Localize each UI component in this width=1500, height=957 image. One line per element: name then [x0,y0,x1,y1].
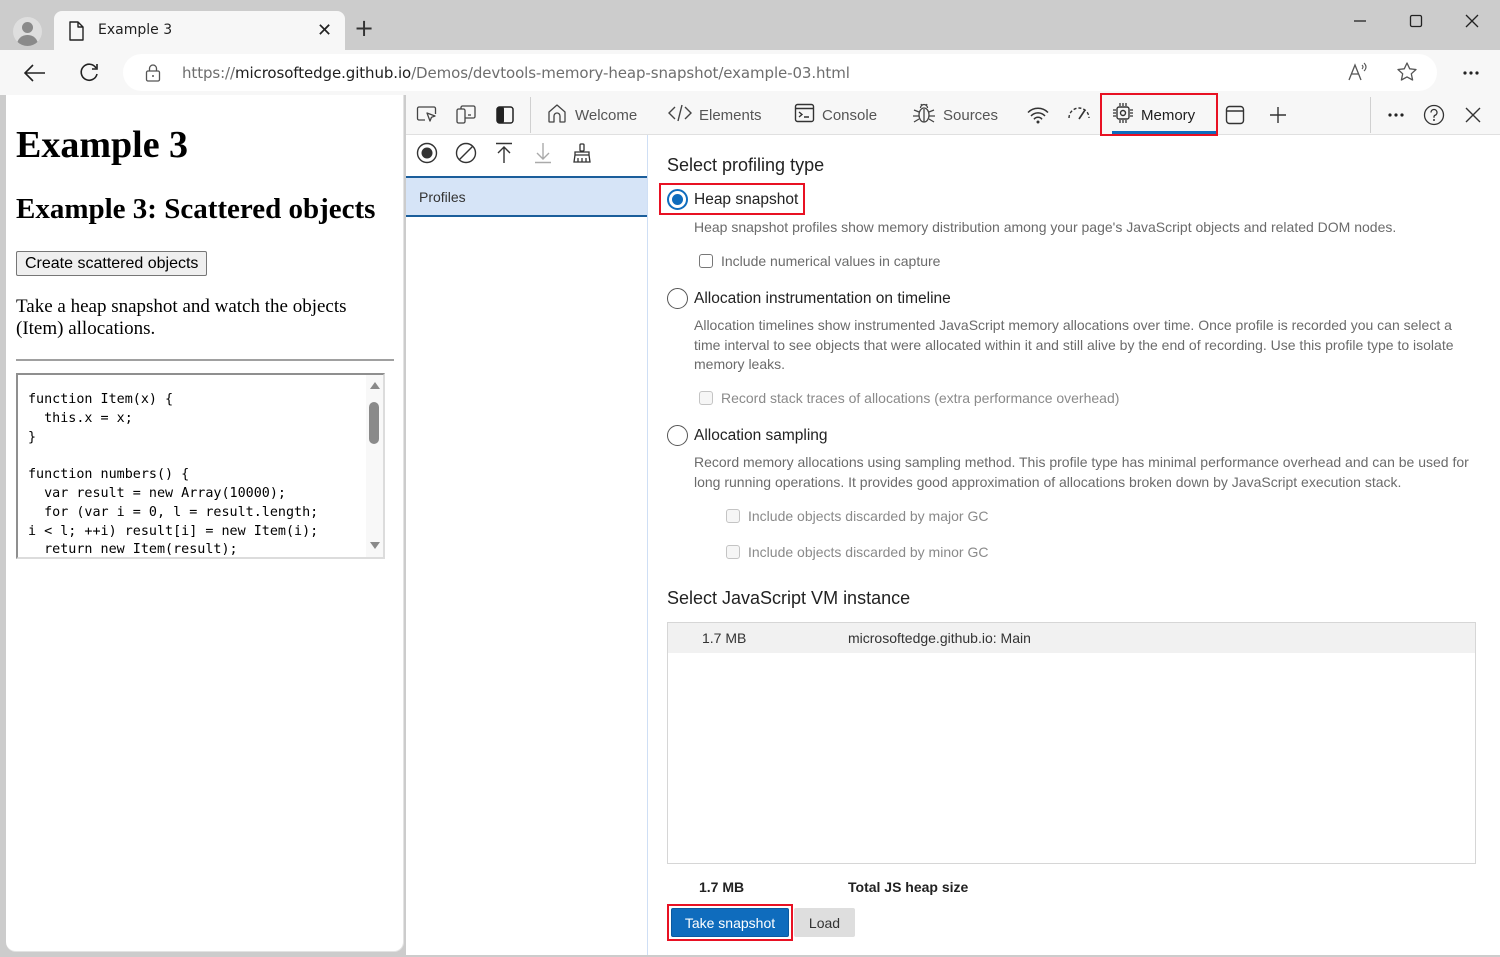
close-tab-icon[interactable]: ✕ [317,20,332,41]
browser-tab[interactable]: Example 3 ✕ [54,11,345,50]
network-wifi-icon[interactable] [1026,104,1050,126]
tab-memory[interactable]: Memory [1112,95,1218,135]
url-text[interactable]: https://microsoftedge.github.io/Demos/de… [182,64,850,82]
new-tab-icon[interactable]: + [354,16,374,40]
close-window-icon[interactable] [1452,8,1492,34]
tab-elements[interactable]: Elements [668,95,762,135]
checkbox-major-gc[interactable]: Include objects discarded by major GC [726,508,988,524]
load-icon[interactable] [492,142,516,164]
sidebar-item-profiles[interactable]: Profiles [406,176,647,217]
tab-console[interactable]: Console [794,95,877,135]
record-icon[interactable] [415,142,439,164]
tab-welcome[interactable]: Welcome [546,95,637,135]
close-devtools-icon[interactable] [1461,104,1485,126]
garbage-collect-icon[interactable] [570,142,594,164]
tab-title: Example 3 [98,22,173,38]
tab-sources[interactable]: Sources [912,95,998,135]
bug-icon [912,102,936,128]
total-heap-size-value: 1.7 MB [699,879,745,895]
device-emulation-icon[interactable] [454,104,478,126]
save-icon [531,142,555,164]
clear-icon[interactable] [454,142,478,164]
more-icon[interactable] [1458,60,1484,86]
vm-instance-size: 1.7 MB [702,630,747,646]
back-icon[interactable] [22,60,48,86]
dock-side-icon[interactable] [493,104,517,126]
divider [16,359,394,361]
radio-selected-icon[interactable] [667,189,688,210]
performance-gauge-icon[interactable] [1067,104,1091,126]
scroll-thumb[interactable] [369,402,379,444]
code-icon [668,104,692,126]
maximize-icon[interactable] [1396,8,1436,34]
heap-snapshot-description: Heap snapshot profiles show memory distr… [694,219,1397,235]
profile-icon[interactable] [13,17,42,46]
lock-icon[interactable] [145,64,161,87]
vm-instance-name: microsoftedge.github.io: Main [848,630,1031,646]
profiles-sidebar: Profiles [406,135,648,955]
help-icon[interactable] [1422,104,1446,126]
instructions-text: Take a heap snapshot and watch the objec… [16,296,347,339]
radio-allocation-sampling[interactable]: Allocation sampling [667,425,828,446]
load-button[interactable]: Load [794,908,855,937]
radio-allocation-timeline[interactable]: Allocation instrumentation on timeline [667,288,951,309]
total-heap-size-label: Total JS heap size [848,879,969,895]
navigation-bar: https://microsoftedge.github.io/Demos/de… [0,50,1500,95]
refresh-icon[interactable] [76,60,102,86]
memory-main-panel: Select profiling type Heap snapshot Heap… [649,135,1500,955]
code-text: function Item(x) { this.x = x; } functio… [28,392,319,558]
vm-instance-heading: Select JavaScript VM instance [667,588,911,608]
home-icon [546,102,568,128]
code-scrollbar[interactable] [366,375,383,557]
radio-heap-snapshot[interactable]: Heap snapshot [667,189,798,210]
scroll-down-icon[interactable] [370,542,380,549]
page-title: Example 3 [16,124,189,166]
scroll-up-icon[interactable] [370,382,380,389]
detach-panel-icon[interactable] [1223,104,1247,126]
vm-instance-row[interactable]: 1.7 MB microsoftedge.github.io: Main [668,623,1475,653]
profiling-type-heading: Select profiling type [667,155,825,175]
take-snapshot-button[interactable]: Take snapshot [671,908,789,937]
checkbox-minor-gc[interactable]: Include objects discarded by minor GC [726,544,988,560]
console-icon [794,103,815,127]
allocation-sampling-description: Record memory allocations using sampling… [694,454,1469,490]
create-scattered-objects-button[interactable]: Create scattered objects [16,251,208,276]
web-page: Example 3 Example 3: Scattered objects C… [6,95,404,952]
page-subtitle: Example 3: Scattered objects [16,193,376,225]
read-aloud-icon[interactable] [1345,59,1371,85]
devtools-toolbar: Welcome Elements Console Sources Memory [406,93,1500,136]
devtools-panel: Welcome Elements Console Sources Memory [406,93,1500,955]
minimize-icon[interactable] [1340,8,1380,34]
devtools-more-icon[interactable] [1384,104,1408,126]
page-icon [68,21,84,46]
inspect-element-icon[interactable] [415,104,439,126]
address-bar[interactable]: https://microsoftedge.github.io/Demos/de… [123,54,1437,91]
code-textarea[interactable]: function Item(x) { this.x = x; } functio… [16,373,385,559]
vm-instance-list: 1.7 MB microsoftedge.github.io: Main [667,622,1476,864]
checkbox-include-numerical-values[interactable]: Include numerical values in capture [699,253,940,269]
memory-chip-icon [1112,102,1134,128]
checkbox-record-stack-traces[interactable]: Record stack traces of allocations (extr… [699,390,1119,406]
sidebar-toolbar [406,135,648,175]
allocation-timeline-description: Allocation timelines show instrumented J… [694,317,1454,372]
more-tools-plus-icon[interactable] [1266,104,1290,126]
favorite-star-icon[interactable] [1394,59,1420,85]
title-bar: Example 3 ✕ + [0,0,1500,50]
